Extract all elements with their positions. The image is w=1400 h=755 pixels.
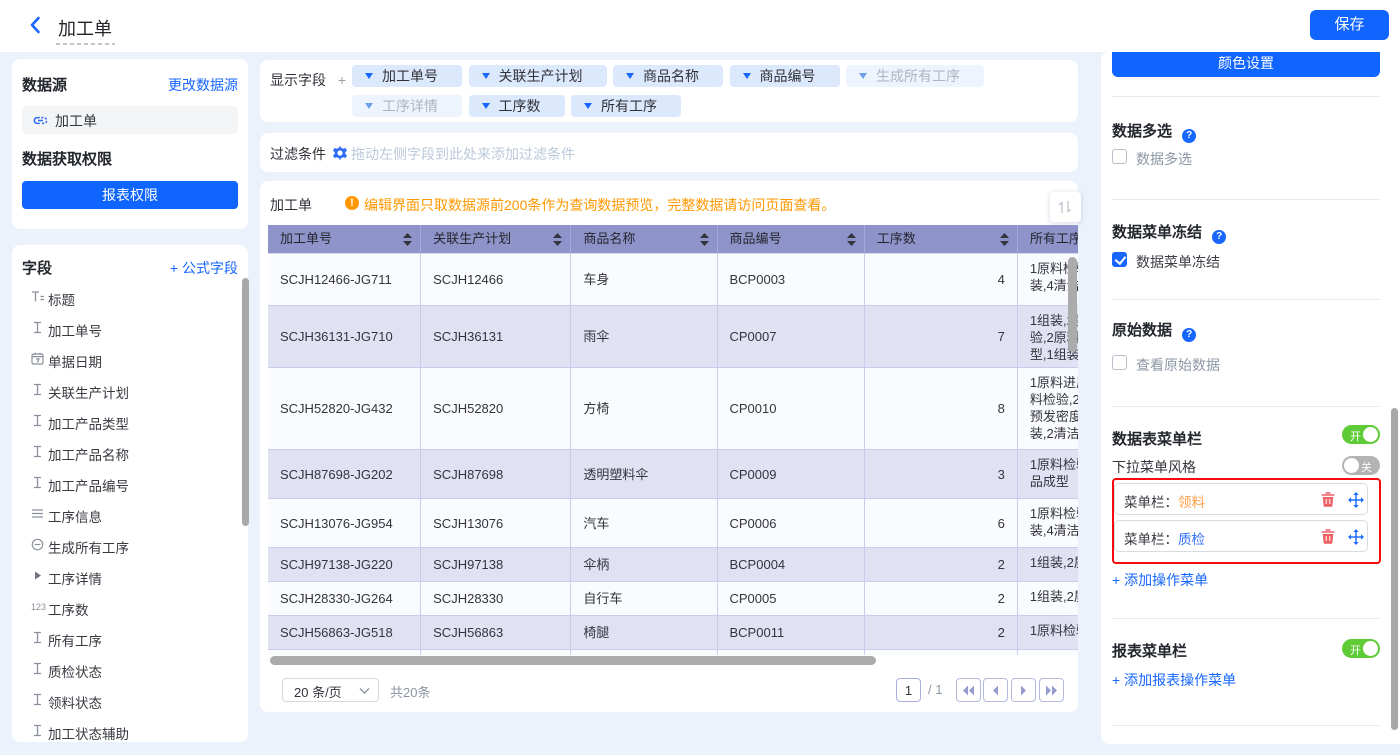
svg-text:123: 123	[31, 602, 46, 612]
